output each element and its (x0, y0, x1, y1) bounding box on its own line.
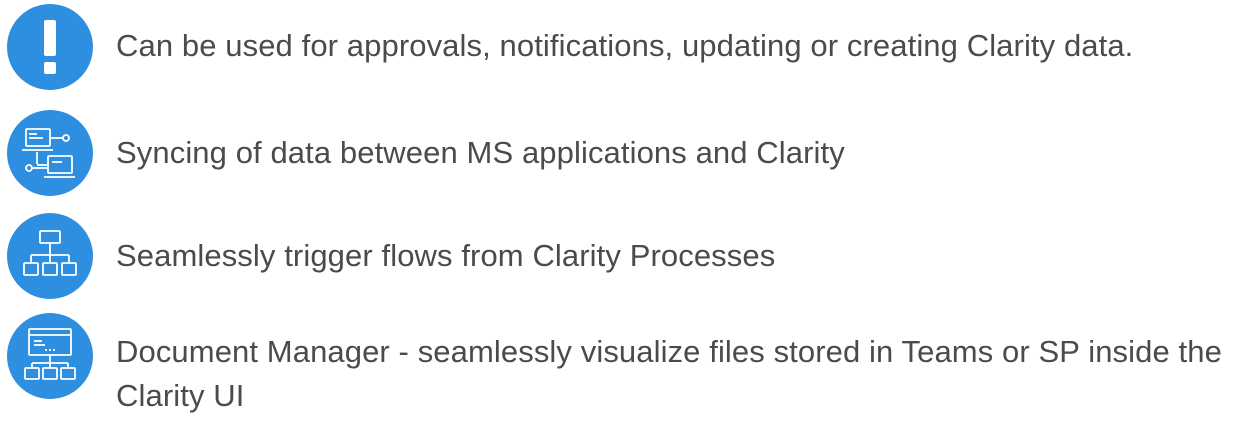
feature-text: Can be used for approvals, notifications… (116, 28, 1134, 63)
feature-text: Document Manager - seamlessly visualize … (116, 334, 1222, 413)
hierarchy-icon (7, 213, 93, 299)
document-manager-icon (7, 313, 93, 399)
feature-text: Syncing of data between MS applications … (116, 135, 845, 170)
feature-text: Seamlessly trigger flows from Clarity Pr… (116, 238, 776, 273)
network-computers-icon (7, 110, 93, 196)
exclamation-icon (7, 4, 93, 90)
